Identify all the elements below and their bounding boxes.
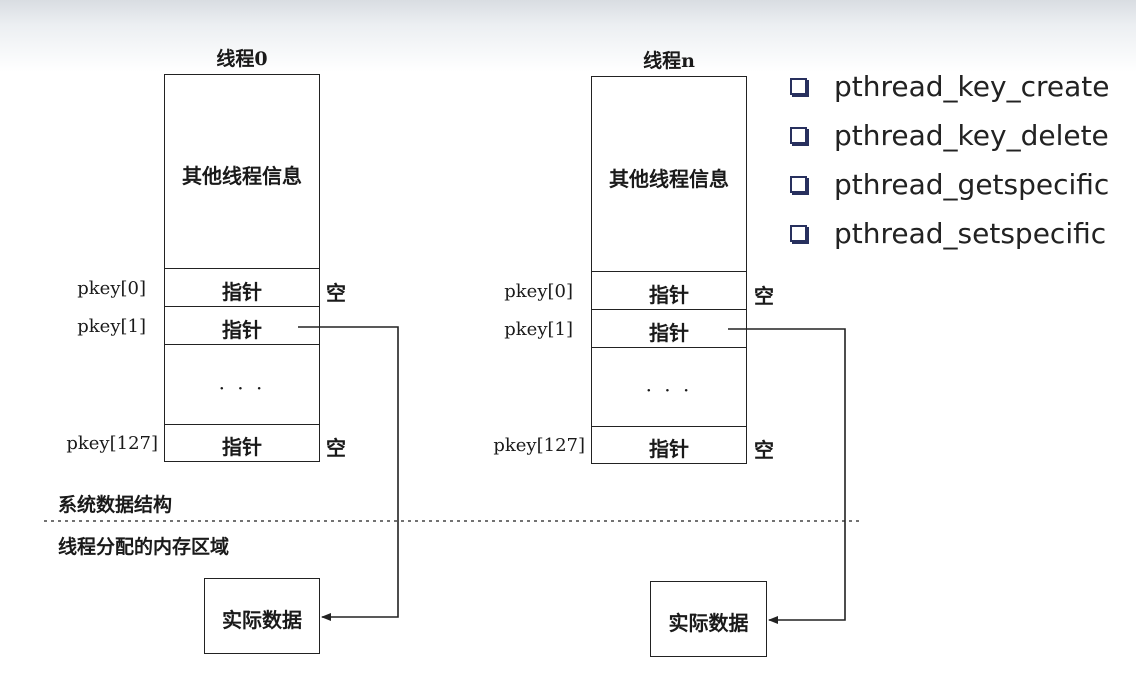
thread-0-pointer-arrow xyxy=(298,326,399,621)
api-item-label: pthread_key_delete xyxy=(834,119,1109,152)
checkbox-bullet-icon xyxy=(790,225,807,242)
checkbox-bullet-icon xyxy=(790,127,807,144)
api-item-label: pthread_setspecific xyxy=(834,217,1107,250)
api-item: pthread_getspecific xyxy=(790,160,1109,209)
checkbox-bullet-icon xyxy=(790,176,807,193)
api-item: pthread_key_create xyxy=(790,62,1109,111)
api-item-label: pthread_getspecific xyxy=(834,168,1110,201)
api-item: pthread_key_delete xyxy=(790,111,1109,160)
api-item-label: pthread_key_create xyxy=(834,70,1110,103)
checkbox-bullet-icon xyxy=(790,78,807,95)
thread-n-pointer-arrow xyxy=(728,328,846,624)
api-function-list: pthread_key_create pthread_key_delete pt… xyxy=(790,62,1109,258)
api-item: pthread_setspecific xyxy=(790,209,1109,258)
